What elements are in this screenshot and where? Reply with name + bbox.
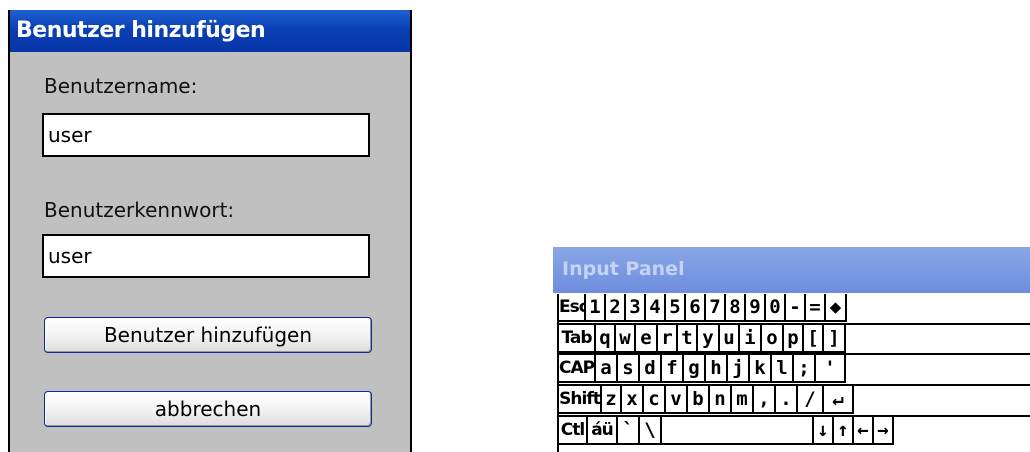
cancel-button[interactable]: abbrechen	[44, 391, 372, 427]
arrow-down-key[interactable]: ↓	[814, 417, 834, 445]
key-y[interactable]: y	[698, 325, 720, 353]
key-r[interactable]: r	[658, 325, 678, 353]
key-symbol[interactable]: \	[640, 417, 662, 445]
key-symbol[interactable]: ,	[754, 386, 776, 414]
key-symbol[interactable]: `	[618, 417, 640, 445]
key-symbol[interactable]: /	[798, 386, 824, 414]
key-z[interactable]: z	[602, 386, 622, 414]
key-q[interactable]: q	[596, 325, 616, 353]
key-p[interactable]: p	[784, 325, 804, 353]
key-w[interactable]: w	[616, 325, 636, 353]
backspace-key[interactable]: ◆	[826, 294, 847, 322]
dialog-title: Benutzer hinzufügen	[16, 18, 266, 43]
key-f[interactable]: f	[662, 355, 684, 383]
key-a[interactable]: a	[596, 355, 618, 383]
key-symbol[interactable]: ]	[824, 325, 846, 353]
shift-key[interactable]: Shift	[559, 386, 602, 414]
arrow-up-key[interactable]: ↑	[834, 417, 854, 445]
key-u[interactable]: u	[720, 325, 740, 353]
dialog-titlebar: Benutzer hinzufügen	[10, 10, 410, 52]
key-h[interactable]: h	[706, 355, 728, 383]
escape-key[interactable]: Esc	[559, 294, 586, 322]
add-user-button[interactable]: Benutzer hinzufügen	[44, 317, 372, 353]
key-j[interactable]: j	[728, 355, 750, 383]
input-panel: Input Panel Esc 1 2 3 4 5 6 7 8 9 0- = ◆ Tab q w e r t y u i o…	[553, 247, 1030, 452]
key-v[interactable]: v	[666, 386, 688, 414]
key-2[interactable]: 2	[606, 294, 626, 322]
key-s[interactable]: s	[618, 355, 640, 383]
key-g[interactable]: g	[684, 355, 706, 383]
input-panel-title: Input Panel	[562, 258, 685, 280]
key-4[interactable]: 4	[646, 294, 666, 322]
key-c[interactable]: c	[644, 386, 666, 414]
key-0[interactable]: 0	[766, 294, 786, 322]
key-e[interactable]: e	[636, 325, 658, 353]
username-field[interactable]	[42, 113, 370, 157]
key-x[interactable]: x	[622, 386, 644, 414]
key-8[interactable]: 8	[726, 294, 746, 322]
key-n[interactable]: n	[710, 386, 732, 414]
caps-lock-key[interactable]: CAP	[559, 355, 596, 383]
key-l[interactable]: l	[772, 355, 794, 383]
on-screen-keyboard: Esc 1 2 3 4 5 6 7 8 9 0- = ◆ Tab q w e r t y u i o p[] CAP a s d f g h…	[557, 294, 1030, 452]
key-7[interactable]: 7	[706, 294, 726, 322]
key-symbol[interactable]: =	[806, 294, 826, 322]
arrow-left-key[interactable]: ←	[854, 417, 874, 445]
key-5[interactable]: 5	[666, 294, 686, 322]
add-user-dialog: Benutzer hinzufügen Benutzername: Benutz…	[8, 10, 412, 452]
key-3[interactable]: 3	[626, 294, 646, 322]
key-symbol[interactable]: .	[776, 386, 798, 414]
key-d[interactable]: d	[640, 355, 662, 383]
tab-key[interactable]: Tab	[559, 325, 596, 353]
key-t[interactable]: t	[678, 325, 698, 353]
key-6[interactable]: 6	[686, 294, 706, 322]
key-symbol[interactable]: ;	[794, 355, 816, 383]
username-label: Benutzername:	[44, 74, 198, 98]
key-o[interactable]: o	[762, 325, 784, 353]
password-field[interactable]	[42, 234, 370, 278]
key-symbol[interactable]: [	[804, 325, 824, 353]
key-9[interactable]: 9	[746, 294, 766, 322]
key-i[interactable]: i	[740, 325, 762, 353]
key-symbol[interactable]: -	[786, 294, 806, 322]
password-label: Benutzerkennwort:	[44, 198, 235, 222]
space-bar[interactable]	[662, 417, 814, 445]
accent-key[interactable]: áü	[588, 417, 618, 445]
key-m[interactable]: m	[732, 386, 754, 414]
control-key[interactable]: Ctl	[559, 417, 588, 445]
key-k[interactable]: k	[750, 355, 772, 383]
key-b[interactable]: b	[688, 386, 710, 414]
enter-key[interactable]: ↵	[824, 386, 854, 414]
key-1[interactable]: 1	[586, 294, 606, 322]
key-symbol[interactable]: '	[816, 355, 846, 383]
input-panel-titlebar: Input Panel	[553, 247, 1030, 293]
arrow-right-key[interactable]: →	[874, 417, 894, 445]
